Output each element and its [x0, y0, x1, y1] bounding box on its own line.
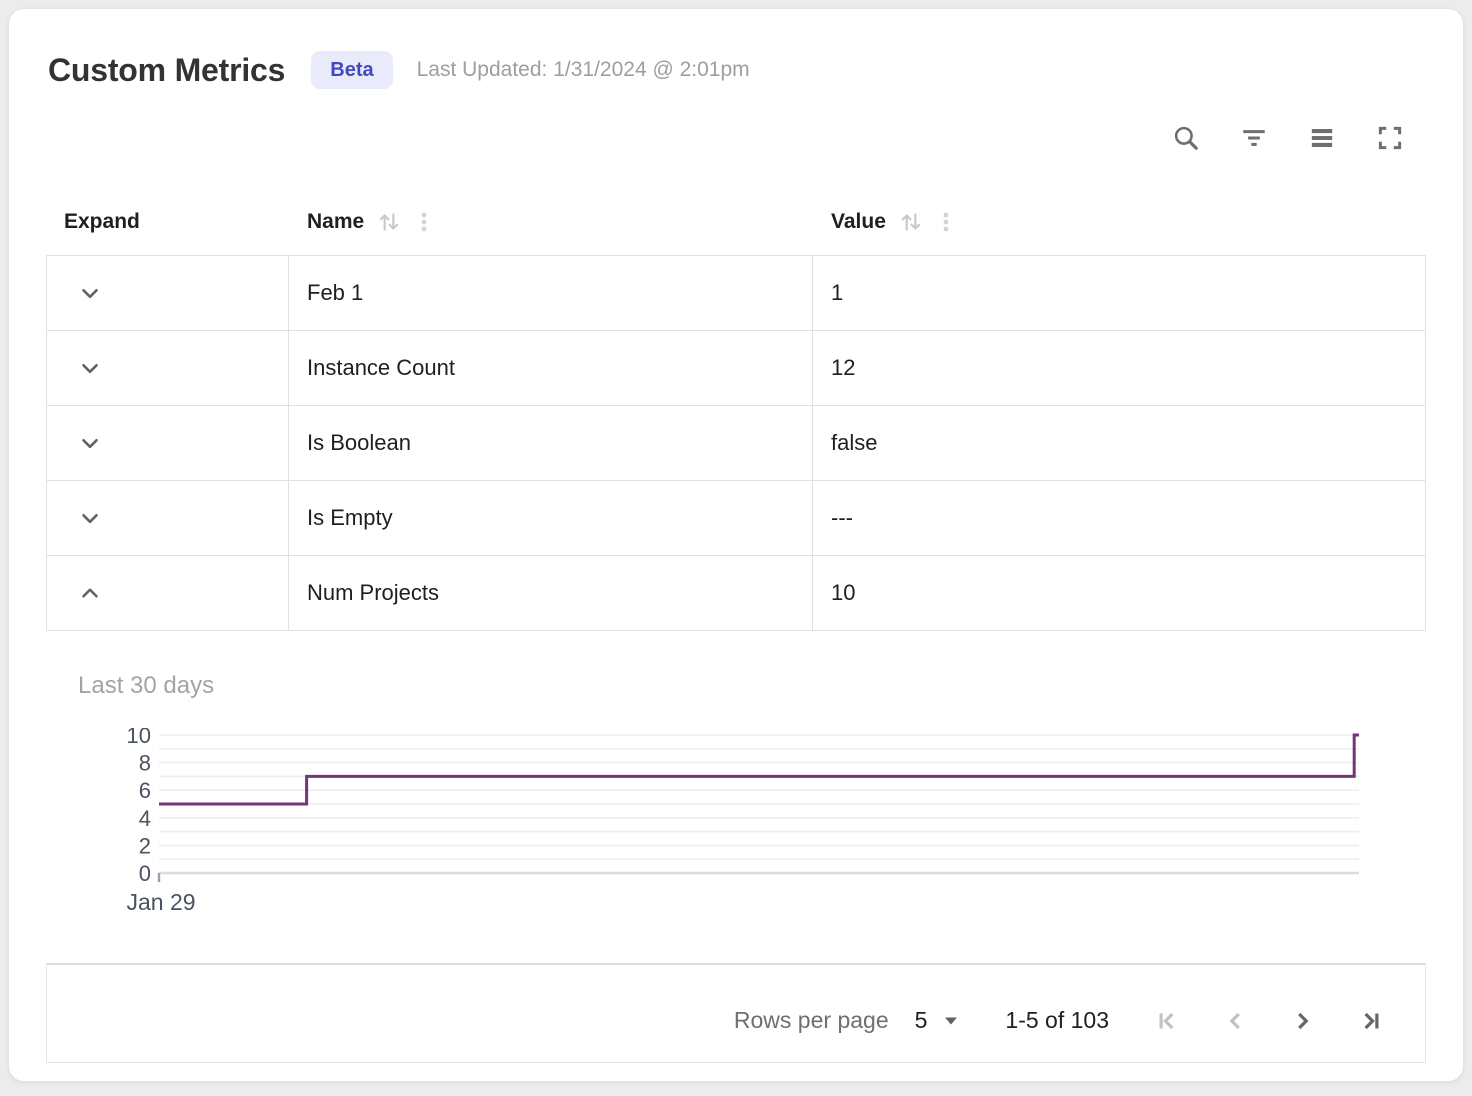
filter-button[interactable]	[1233, 117, 1275, 159]
beta-badge: Beta	[311, 51, 392, 89]
sort-icon[interactable]	[376, 209, 402, 235]
table-row: Is Empty---	[46, 480, 1426, 555]
expand-cell	[46, 406, 289, 480]
next-page-button[interactable]	[1279, 997, 1327, 1045]
expand-row-button[interactable]	[77, 505, 103, 531]
column-label: Expand	[64, 210, 140, 234]
pagination-nav	[1143, 997, 1395, 1045]
value-cell: ---	[813, 481, 1426, 555]
chart-canvas: 0 24 68 10 Jan 29	[106, 728, 1376, 918]
last-page-button[interactable]	[1347, 997, 1395, 1045]
chart-title: Last 30 days	[78, 672, 1426, 700]
previous-page-button[interactable]	[1211, 997, 1259, 1045]
expand-cell	[46, 331, 289, 405]
expand-cell	[46, 556, 289, 630]
last-updated-text: Last Updated: 1/31/2024 @ 2:01pm	[417, 58, 750, 82]
table-row: Instance Count12	[46, 330, 1426, 405]
sort-icon[interactable]	[898, 209, 924, 235]
chevron-down-icon	[77, 505, 103, 531]
fullscreen-icon	[1375, 123, 1405, 153]
page-title: Custom Metrics	[48, 52, 285, 89]
column-label: Name	[307, 210, 364, 234]
value-cell: false	[813, 406, 1426, 480]
chevron-up-icon	[77, 580, 103, 606]
y-tick-label: 6	[139, 778, 151, 803]
kebab-menu-icon[interactable]	[412, 210, 436, 234]
rows-per-page-select[interactable]: 5	[915, 1007, 960, 1034]
y-tick-label: 4	[139, 806, 151, 831]
first-page-icon	[1152, 1006, 1182, 1036]
density-icon	[1307, 123, 1337, 153]
table-header-row: Expand Name Value	[46, 189, 1426, 255]
y-tick-label: 0	[139, 861, 151, 886]
name-cell: Is Empty	[289, 481, 813, 555]
column-header-value[interactable]: Value	[813, 209, 1426, 235]
name-cell: Instance Count	[289, 331, 813, 405]
table-row: Feb 11	[46, 255, 1426, 330]
expand-cell	[46, 481, 289, 555]
pagination-range-label: 1-5 of 103	[1005, 1007, 1109, 1034]
metric-step-line	[159, 735, 1359, 804]
last-page-icon	[1356, 1006, 1386, 1036]
value-cell: 1	[813, 256, 1426, 330]
first-page-button[interactable]	[1143, 997, 1191, 1045]
caret-down-icon	[943, 1015, 959, 1026]
filter-icon	[1239, 123, 1269, 153]
search-icon	[1171, 123, 1201, 153]
expand-row-button[interactable]	[77, 280, 103, 306]
pagination-bar: Rows per page 5 1-5 of 103	[46, 963, 1426, 1063]
x-tick-label: Jan 29	[126, 889, 195, 915]
step-line-chart: 0 24 68 10 Jan 29	[106, 728, 1426, 923]
search-button[interactable]	[1165, 117, 1207, 159]
value-cell: 10	[813, 556, 1426, 630]
expand-cell	[46, 256, 289, 330]
table-body: Feb 11Instance Count12Is BooleanfalseIs …	[46, 255, 1426, 631]
expanded-row-chart-section: Last 30 days 0 24 68 10 Jan 29	[46, 672, 1426, 923]
rows-per-page-label: Rows per page	[734, 1007, 889, 1034]
chevron-left-icon	[1220, 1006, 1250, 1036]
chevron-down-icon	[77, 430, 103, 456]
table-row: Num Projects10	[46, 555, 1426, 630]
rows-per-page-value: 5	[915, 1007, 928, 1034]
name-cell: Feb 1	[289, 256, 813, 330]
y-tick-label: 8	[139, 751, 151, 776]
metrics-table: Expand Name Value	[46, 189, 1426, 631]
page-header: Custom Metrics Beta Last Updated: 1/31/2…	[48, 51, 1426, 89]
chevron-down-icon	[77, 355, 103, 381]
table-toolbar	[9, 117, 1411, 159]
kebab-menu-icon[interactable]	[934, 210, 958, 234]
expand-row-button[interactable]	[77, 430, 103, 456]
y-tick-label: 2	[139, 833, 151, 858]
name-cell: Num Projects	[289, 556, 813, 630]
chevron-down-icon	[77, 280, 103, 306]
chevron-right-icon	[1288, 1006, 1318, 1036]
density-button[interactable]	[1301, 117, 1343, 159]
expand-row-button[interactable]	[77, 355, 103, 381]
name-cell: Is Boolean	[289, 406, 813, 480]
column-header-name[interactable]: Name	[289, 209, 813, 235]
column-label: Value	[831, 210, 886, 234]
custom-metrics-card: Custom Metrics Beta Last Updated: 1/31/2…	[8, 8, 1464, 1082]
y-tick-label: 10	[127, 728, 151, 748]
column-header-expand: Expand	[46, 210, 289, 234]
collapse-row-button[interactable]	[77, 580, 103, 606]
fullscreen-button[interactable]	[1369, 117, 1411, 159]
table-row: Is Booleanfalse	[46, 405, 1426, 480]
value-cell: 12	[813, 331, 1426, 405]
